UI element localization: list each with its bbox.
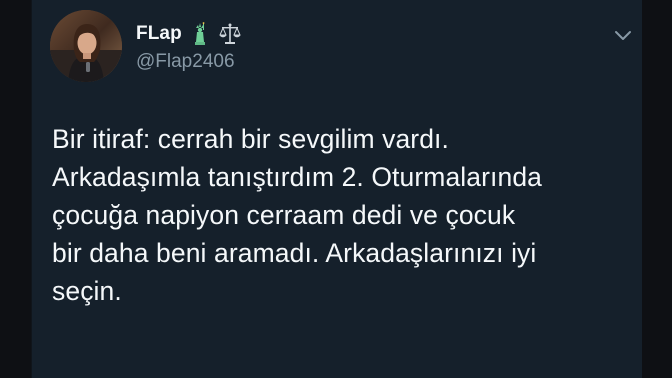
tweet-text-line: çocuğa napiyon cerraam dedi ve çocuk [52, 200, 516, 230]
tweet-text-line: bir daha beni aramadı. Arkadaşlarınızı i… [52, 238, 537, 268]
balance-scale-icon [218, 22, 242, 46]
avatar[interactable] [50, 10, 122, 82]
author-name-row[interactable]: FLap [136, 22, 242, 46]
display-name[interactable]: FLap [136, 22, 182, 46]
avatar-image [50, 10, 122, 82]
right-frame-band [642, 0, 672, 378]
tweet-text: Bir itiraf: cerrah bir sevgilim vardı. A… [52, 120, 642, 310]
tweet-text-line: seçin. [52, 276, 122, 306]
tweet-text-line: Arkadaşımla tanıştırdım 2. Oturmalarında [52, 162, 543, 192]
chevron-down-icon[interactable] [610, 22, 636, 48]
left-frame-band [0, 0, 32, 378]
screenshot-frame: FLap @Flap2406 Bir itiraf: cerrah bir se… [0, 0, 672, 378]
statue-of-liberty-icon [188, 22, 212, 46]
tweet-text-line: Bir itiraf: cerrah bir sevgilim vardı. [52, 124, 449, 154]
user-handle[interactable]: @Flap2406 [136, 50, 235, 74]
